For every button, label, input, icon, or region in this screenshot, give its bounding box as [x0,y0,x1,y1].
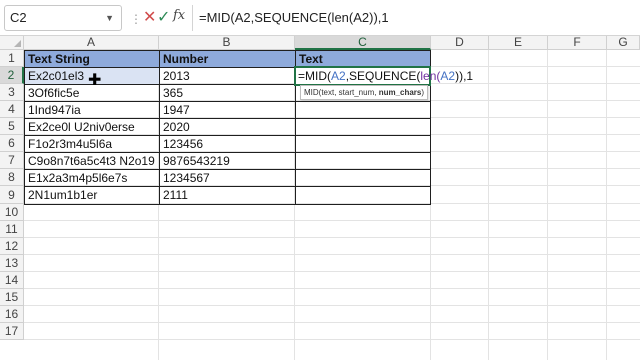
column-header-c[interactable]: C [295,36,431,50]
gridline [547,50,548,360]
cell-a5[interactable]: Ex2ce0l U2niv0erse [24,118,160,136]
formula-ref-a2-inner: A2 [440,69,456,83]
gridline [24,288,640,289]
tooltip-suffix: ) [421,88,425,97]
column-header-d[interactable]: D [431,36,489,50]
formula-toolbar: C2 ▼ ⋮ ✕ ✓ fx =MID(A2,SEQUENCE(len(A2)),… [0,0,640,36]
cell-b1[interactable]: Number [159,50,296,68]
formula-part-len: len( [420,69,441,83]
cell-c5[interactable] [295,118,431,136]
row-header-13[interactable]: 13 [0,255,24,272]
cell-a7[interactable]: C9o8n7t6a5c4t3 N2o19 [24,152,160,170]
gridline [488,50,489,360]
cell-a4[interactable]: 1Ind947ia [24,101,160,119]
formula-part-func: =MID( [298,69,331,83]
cell-c9[interactable] [295,186,431,205]
gridline [24,220,640,221]
column-header-f[interactable]: F [548,36,607,50]
row-header-17[interactable]: 17 [0,323,24,340]
cell-c8[interactable] [295,169,431,187]
cell-c4[interactable] [295,101,431,119]
cell-b8[interactable]: 1234567 [159,169,296,187]
gridline [24,322,640,323]
column-header-b[interactable]: B [159,36,295,50]
gridline [24,305,640,306]
formula-part-tail: )),1 [455,69,474,83]
row-header-4[interactable]: 4 [0,101,24,118]
function-signature-tooltip: MID(text, start_num, num_chars) [300,85,429,100]
row-header-6[interactable]: 6 [0,135,24,152]
cell-c2-editing[interactable]: =MID(A2,SEQUENCE(len(A2)),1 [294,66,473,86]
name-box[interactable]: C2 ▼ [4,5,122,31]
cell-b2[interactable]: 2013 [159,67,296,85]
row-header-14[interactable]: 14 [0,272,24,289]
column-header-e[interactable]: E [489,36,548,50]
cell-b3[interactable]: 365 [159,84,296,102]
grip-dots-icon: ⋮ [130,12,143,26]
row-header-9[interactable]: 9 [0,186,24,204]
tooltip-current-arg: num_chars [378,88,422,97]
cell-a1[interactable]: Text String [24,50,160,68]
cell-c6[interactable] [295,135,431,153]
name-box-value: C2 [10,10,27,25]
cell-b9[interactable]: 2111 [159,186,296,205]
row-header-10[interactable]: 10 [0,204,24,221]
gridline [24,254,640,255]
row-header-3[interactable]: 3 [0,84,24,101]
row-header-16[interactable]: 16 [0,306,24,323]
row-header-1[interactable]: 1 [0,50,24,67]
row-header-2[interactable]: 2 [0,67,24,84]
formula-input[interactable]: =MID(A2,SEQUENCE(len(A2)),1 [192,5,636,31]
gridline [24,339,640,340]
cell-b6[interactable]: 123456 [159,135,296,153]
cell-b4[interactable]: 1947 [159,101,296,119]
cell-a9[interactable]: 2N1um1b1er [24,186,160,205]
cell-select-cursor-icon: ✚ [88,72,102,89]
cell-b7[interactable]: 9876543219 [159,152,296,170]
gridline [24,237,640,238]
column-header-a[interactable]: A [24,36,159,50]
row-header-12[interactable]: 12 [0,238,24,255]
column-header-g[interactable]: G [607,36,640,50]
gridline [24,271,640,272]
name-box-dropdown-icon[interactable]: ▼ [105,6,114,30]
formula-ref-a2: A2 [331,69,346,83]
gridline [606,50,607,360]
row-header-8[interactable]: 8 [0,169,24,186]
formula-part-sequence: ,SEQUENCE( [345,69,421,83]
cell-a8[interactable]: E1x2a3m4p5l6e7s [24,169,160,187]
select-all-button[interactable] [0,36,24,50]
enter-icon[interactable]: ✓ [157,7,170,27]
row-header-7[interactable]: 7 [0,152,24,169]
select-all-triangle-icon [14,40,21,47]
cell-b5[interactable]: 2020 [159,118,296,136]
row-header-15[interactable]: 15 [0,289,24,306]
spreadsheet-grid[interactable]: A B C D E F G 1 2 3 4 5 6 7 8 9 10 11 12… [0,36,640,360]
row-header-11[interactable]: 11 [0,221,24,238]
row-header-5[interactable]: 5 [0,118,24,135]
tooltip-prefix: MID(text, start_num, [304,88,379,97]
cancel-icon[interactable]: ✕ [143,7,156,27]
insert-function-icon[interactable]: fx [173,8,185,23]
cell-a6[interactable]: F1o2r3m4u5l6a [24,135,160,153]
cell-c7[interactable] [295,152,431,170]
